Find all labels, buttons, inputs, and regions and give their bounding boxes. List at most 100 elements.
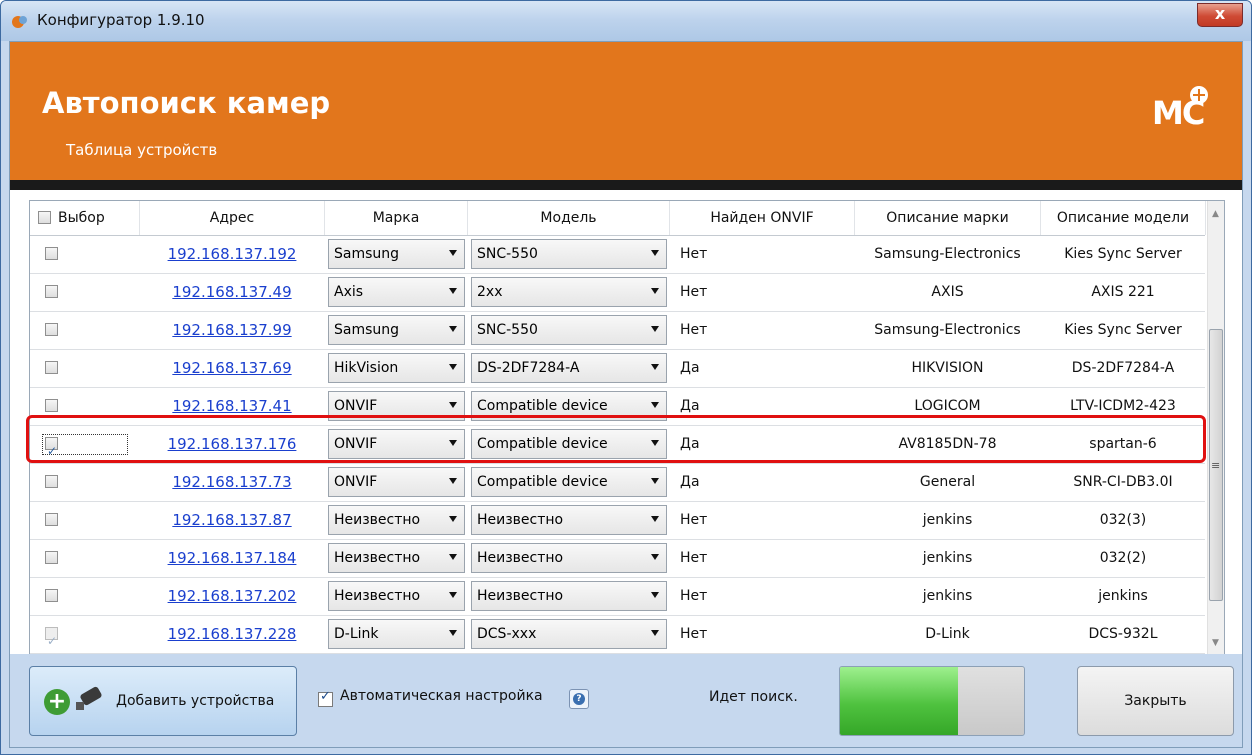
model-select-value: Неизвестно [477,512,564,528]
brand-select[interactable]: Неизвестно [328,581,465,611]
column-header-model-desc[interactable]: Описание модели [1041,201,1206,235]
brand-select[interactable]: Samsung [328,315,465,345]
brand-select[interactable]: Неизвестно [328,543,465,573]
row-select-checkbox[interactable] [45,475,58,488]
add-icon: + [44,689,70,715]
title-bar[interactable]: Конфигуратор 1.9.10 x [1,1,1251,41]
brand-select[interactable]: Axis [328,277,465,307]
chevron-down-icon [449,592,457,598]
row-select-checkbox[interactable] [45,589,58,602]
device-address-link[interactable]: 192.168.137.228 [168,625,297,643]
model-description: AXIS 221 [1091,284,1155,300]
device-address-link[interactable]: 192.168.137.69 [172,359,291,377]
chevron-down-icon [449,402,457,408]
device-address-link[interactable]: 192.168.137.202 [168,587,297,605]
row-select-checkbox[interactable] [45,623,58,653]
column-header-address[interactable]: Адрес [140,201,325,235]
scroll-down-icon[interactable]: ▼ [1212,638,1219,648]
chevron-down-icon [651,402,659,408]
row-select-checkbox[interactable] [45,399,58,412]
device-address-link[interactable]: 192.168.137.41 [172,397,291,415]
device-address-link[interactable]: 192.168.137.49 [172,283,291,301]
close-button[interactable]: Закрыть [1077,666,1234,736]
column-header-brand[interactable]: Марка [325,201,468,235]
column-header-model[interactable]: Модель [468,201,670,235]
device-address-link[interactable]: 192.168.137.73 [172,473,291,491]
brand-select-value: Axis [334,284,364,300]
model-select[interactable]: SNC-550 [471,239,667,269]
chevron-down-icon [449,326,457,332]
device-address-link[interactable]: 192.168.137.87 [172,511,291,529]
page-header: Автопоиск камер Таблица устройств MC [10,42,1242,180]
column-header-select[interactable]: Выбор [30,201,140,235]
onvif-found: Нет [680,246,708,262]
row-select-checkbox[interactable] [45,247,58,260]
model-select[interactable]: Неизвестно [471,543,667,573]
brand-description: jenkins [922,588,973,604]
search-status: Идет поиск. [709,689,798,705]
model-select[interactable]: 2xx [471,277,667,307]
onvif-found: Нет [680,322,708,338]
row-select-checkbox[interactable] [45,551,58,564]
column-header-onvif[interactable]: Найден ONVIF [670,201,855,235]
row-select-checkbox[interactable] [45,285,58,298]
onvif-found: Нет [680,512,708,528]
device-address-link[interactable]: 192.168.137.184 [168,549,297,567]
model-select[interactable]: DS-2DF7284-A [471,353,667,383]
vertical-scrollbar[interactable]: ▲ ≡ ▼ [1207,201,1224,654]
window-close-button[interactable]: x [1197,3,1243,27]
brand-description: General [919,474,976,490]
model-select[interactable]: Compatible device [471,467,667,497]
chevron-down-icon [651,630,659,636]
chevron-down-icon [449,364,457,370]
logo-plus-icon [1190,86,1208,104]
brand-description: Samsung-Electronics [874,246,1021,262]
model-select-value: Неизвестно [477,550,564,566]
brand-description: D-Link [925,626,970,642]
table-row[interactable]: 192.168.137.184 Неизвестно Неизвестно Нет je… [30,540,1205,578]
model-select[interactable]: Неизвестно [471,505,667,535]
client-area: Автопоиск камер Таблица устройств MC Выб… [9,41,1243,748]
help-icon[interactable]: ? [569,689,589,709]
onvif-found: Нет [680,588,708,604]
scroll-up-icon[interactable]: ▲ [1212,209,1219,219]
model-select[interactable]: Неизвестно [471,581,667,611]
brand-logo: MC [1152,86,1214,132]
column-header-brand-desc[interactable]: Описание марки [855,201,1041,235]
auto-config-checkbox[interactable] [318,689,333,707]
table-row[interactable]: 192.168.137.99 Samsung SNC-550 Нет Samsung-E… [30,312,1205,350]
device-address-link[interactable]: 192.168.137.192 [168,245,297,263]
progress-fill [840,667,958,735]
select-all-checkbox[interactable] [38,211,51,224]
window-title: Конфигуратор 1.9.10 [37,11,205,29]
auto-config-label[interactable]: Автоматическая настройка [340,688,543,704]
brand-select-value: Samsung [334,322,400,338]
chevron-down-icon [651,288,659,294]
brand-select[interactable]: HikVision [328,353,465,383]
model-select[interactable]: DCS-xxx [471,619,667,649]
table-row[interactable]: 192.168.137.202 Неизвестно Неизвестно Нет je… [30,578,1205,616]
onvif-found: Нет [680,284,708,300]
brand-description: jenkins [922,550,973,566]
table-row[interactable]: 192.168.137.69 HikVision DS-2DF7284-A Да HIK… [30,350,1205,388]
table-row[interactable]: 192.168.137.73 ONVIF Compatible device Да Ge… [30,464,1205,502]
row-select-checkbox[interactable] [45,513,58,526]
onvif-found: Да [680,474,700,490]
model-select[interactable]: SNC-550 [471,315,667,345]
brand-select[interactable]: Samsung [328,239,465,269]
table-row[interactable]: 192.168.137.228 D-Link DCS-xxx Нет D-Link DCS… [30,616,1205,654]
brand-select[interactable]: D-Link [328,619,465,649]
brand-select-value: HikVision [334,360,399,376]
table-row[interactable]: 192.168.137.87 Неизвестно Неизвестно Нет jen… [30,502,1205,540]
model-description: Kies Sync Server [1064,322,1182,338]
brand-select[interactable]: ONVIF [328,467,465,497]
row-select-checkbox[interactable] [45,361,58,374]
table-row[interactable]: 192.168.137.49 Axis 2xx Нет AXIS AXIS 221 [30,274,1205,312]
table-row[interactable]: 192.168.137.192 Samsung SNC-550 Нет Samsung-… [30,236,1205,274]
device-address-link[interactable]: 192.168.137.99 [172,321,291,339]
brand-select[interactable]: Неизвестно [328,505,465,535]
chevron-down-icon [449,516,457,522]
row-select-checkbox[interactable] [45,323,58,336]
add-devices-button[interactable]: + Добавить устройства [29,666,297,736]
chevron-down-icon [651,592,659,598]
